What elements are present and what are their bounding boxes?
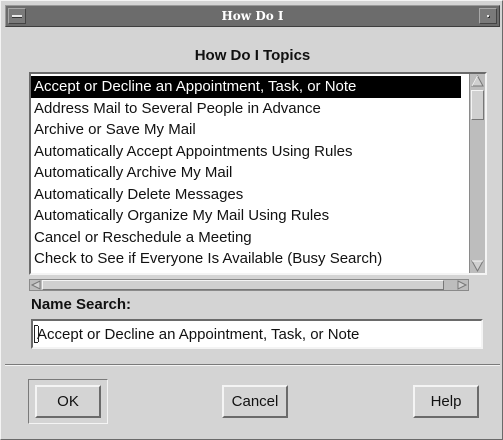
arrow-left-icon[interactable] [30, 280, 42, 290]
name-search-label: Name Search: [31, 296, 132, 313]
list-item[interactable]: Automatically Delete Messages [31, 184, 467, 206]
topics-heading: How Do I Topics [194, 47, 311, 64]
vertical-scroll-thumb[interactable] [471, 90, 484, 120]
arrow-down-icon[interactable] [470, 258, 485, 273]
how-do-i-dialog: How Do I How Do I Topics Accept or Decli… [0, 0, 503, 440]
list-item[interactable]: Check to See if Everyone Is Available (B… [31, 248, 467, 270]
title-bar[interactable]: How Do I [5, 5, 500, 27]
list-item[interactable]: Archive or Save My Mail [31, 119, 467, 141]
window-title: How Do I [221, 9, 284, 23]
list-item[interactable]: Automatically Accept Appointments Using … [31, 141, 467, 163]
list-item[interactable]: Automatically Archive My Mail [31, 162, 467, 184]
list-item-selected[interactable]: Accept or Decline an Appointment, Task, … [31, 76, 461, 98]
help-button[interactable]: Help [413, 385, 479, 418]
list-item[interactable]: Automatically Organize My Mail Using Rul… [31, 205, 467, 227]
list-item[interactable]: Cancel or Reschedule a Meeting [31, 227, 467, 249]
topics-listbox[interactable]: Accept or Decline an Appointment, Task, … [29, 72, 487, 275]
window-menu-icon[interactable] [8, 8, 26, 24]
horizontal-scrollbar[interactable] [29, 279, 469, 291]
minimize-icon[interactable] [479, 8, 497, 24]
ok-button[interactable]: OK [35, 385, 101, 418]
separator [5, 364, 500, 366]
list-item[interactable]: Address Mail to Several People in Advanc… [31, 98, 467, 120]
topics-list: Accept or Decline an Appointment, Task, … [31, 76, 467, 270]
vertical-scrollbar[interactable] [469, 74, 485, 273]
horizontal-scroll-thumb[interactable] [42, 280, 444, 290]
text-cursor-icon [34, 325, 39, 343]
name-search-input[interactable] [31, 319, 483, 349]
arrow-right-icon[interactable] [456, 280, 468, 290]
arrow-up-icon[interactable] [470, 74, 485, 89]
cancel-button[interactable]: Cancel [222, 385, 288, 418]
